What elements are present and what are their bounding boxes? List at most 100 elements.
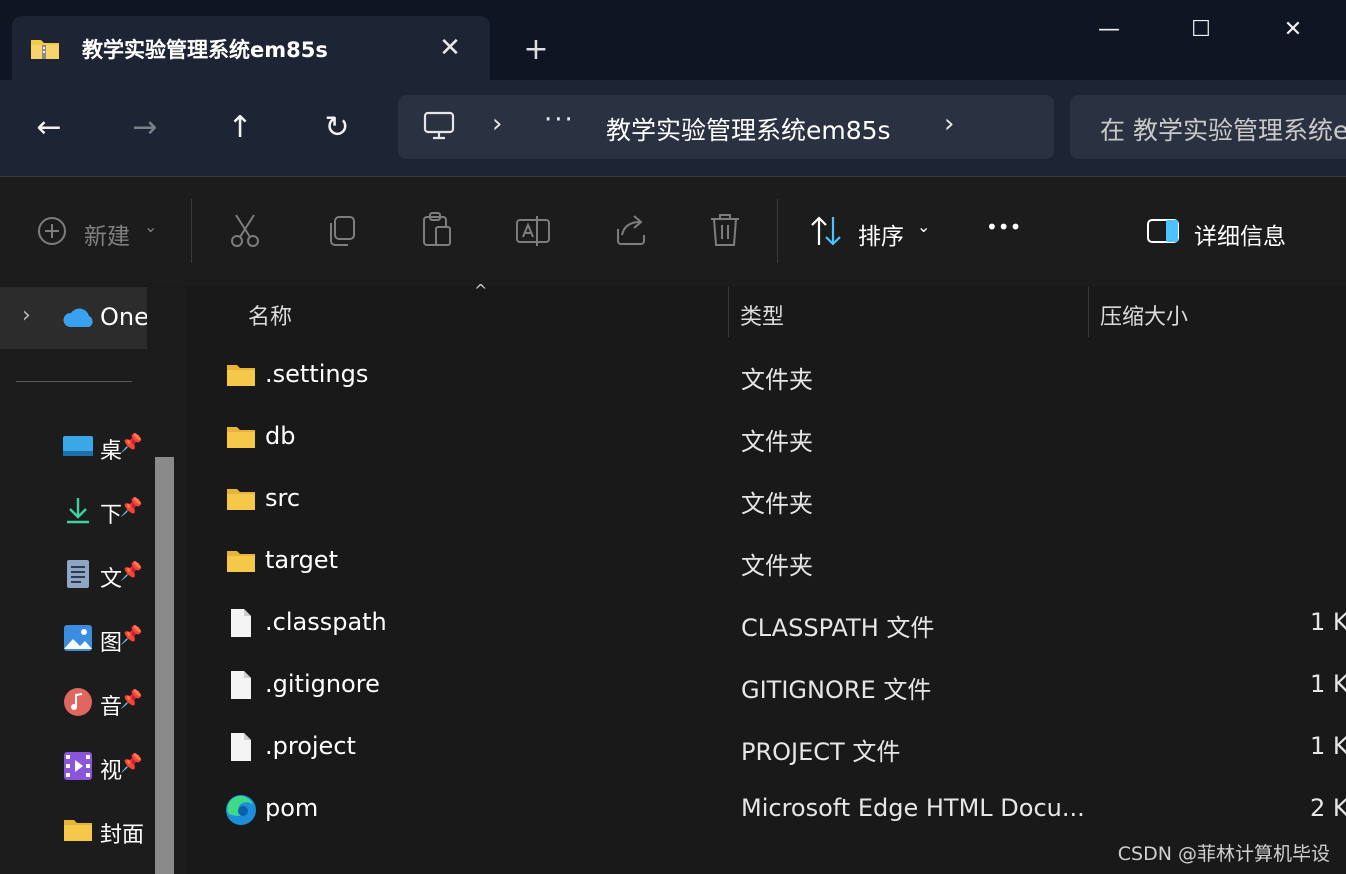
file-row[interactable]: .project PROJECT 文件 1 KB bbox=[186, 718, 1346, 780]
pin-icon: 📌 bbox=[120, 689, 143, 710]
tab-close-icon[interactable]: ✕ bbox=[432, 30, 468, 66]
sidebar-item-pictures[interactable]: 图片 📌 bbox=[62, 619, 152, 659]
column-divider[interactable] bbox=[1088, 287, 1089, 337]
title-bar: 教学实验管理系统em85s ✕ + — ☐ ✕ bbox=[0, 0, 1346, 82]
close-button[interactable]: ✕ bbox=[1270, 10, 1316, 50]
file-row[interactable]: target 文件夹 bbox=[186, 532, 1346, 594]
file-name: db bbox=[265, 422, 296, 450]
pin-icon: 📌 bbox=[120, 625, 143, 646]
sidebar-item-downloads[interactable]: 下载 📌 bbox=[62, 491, 152, 531]
delete-icon[interactable] bbox=[708, 212, 742, 248]
sidebar-item-label: OneDrive bbox=[100, 303, 147, 331]
minimize-button[interactable]: — bbox=[1086, 10, 1132, 50]
divider bbox=[191, 199, 192, 263]
file-row[interactable]: .settings 文件夹 bbox=[186, 346, 1346, 408]
pin-icon: 📌 bbox=[120, 433, 143, 454]
file-name: .project bbox=[265, 732, 356, 760]
file-name: target bbox=[265, 546, 338, 574]
file-name: pom bbox=[265, 794, 319, 822]
sort-ascending-icon: ^ bbox=[474, 281, 488, 300]
file-list: ^ 名称 类型 压缩大小 .settings 文件夹 db 文件夹 src 文件… bbox=[186, 281, 1346, 874]
file-row[interactable]: pom Microsoft Edge HTML Docu... 2 KB bbox=[186, 780, 1346, 842]
column-divider[interactable] bbox=[728, 287, 729, 337]
back-button[interactable]: ← bbox=[25, 104, 73, 152]
cut-icon[interactable] bbox=[228, 213, 262, 249]
sidebar-item-documents[interactable]: 文档 📌 bbox=[62, 555, 152, 595]
sidebar-item-label: 桌面 bbox=[100, 439, 122, 464]
sort-button[interactable]: 排序 bbox=[858, 217, 904, 251]
file-name: .gitignore bbox=[265, 670, 380, 698]
chevron-down-icon: ⌄ bbox=[144, 217, 158, 236]
file-row[interactable]: src 文件夹 bbox=[186, 470, 1346, 532]
divider bbox=[16, 381, 132, 382]
file-size: 1 KB bbox=[1310, 670, 1346, 698]
sidebar-item-label: 下载 bbox=[100, 503, 122, 528]
file-row[interactable]: .gitignore GITIGNORE 文件 1 KB bbox=[186, 656, 1346, 718]
sidebar-scrollbar[interactable] bbox=[155, 457, 174, 874]
file-type: Microsoft Edge HTML Docu... bbox=[741, 794, 1085, 822]
sidebar-item-cover[interactable]: 封面 bbox=[62, 811, 162, 851]
copy-icon[interactable] bbox=[324, 213, 358, 249]
breadcrumb-more-button[interactable]: ··· bbox=[544, 105, 575, 135]
sidebar-item-desktop[interactable]: 桌面 📌 bbox=[62, 427, 152, 467]
details-pane-icon bbox=[1147, 219, 1179, 243]
tab-active[interactable]: 教学实验管理系统em85s ✕ bbox=[12, 16, 490, 82]
file-name: src bbox=[265, 484, 301, 512]
file-row[interactable]: .classpath CLASSPATH 文件 1 KB bbox=[186, 594, 1346, 656]
file-icon bbox=[231, 671, 251, 699]
column-header-compressed-size[interactable]: 压缩大小 bbox=[1100, 299, 1188, 331]
breadcrumb-separator[interactable]: › bbox=[944, 109, 954, 139]
rename-icon[interactable] bbox=[515, 213, 551, 249]
new-tab-button[interactable]: + bbox=[514, 30, 558, 70]
file-size: 2 KB bbox=[1310, 794, 1346, 822]
pin-icon: 📌 bbox=[120, 561, 143, 582]
file-icon bbox=[231, 733, 251, 761]
file-type: 文件夹 bbox=[741, 490, 813, 518]
documents-icon bbox=[67, 560, 89, 588]
sidebar-item-label: 视频 bbox=[100, 759, 122, 784]
details-button[interactable]: 详细信息 bbox=[1194, 217, 1286, 251]
column-header-type[interactable]: 类型 bbox=[740, 299, 784, 331]
file-icon bbox=[231, 609, 251, 637]
this-pc-icon[interactable] bbox=[422, 111, 456, 141]
file-type: GITIGNORE 文件 bbox=[741, 676, 932, 704]
file-size: 1 KB bbox=[1310, 732, 1346, 760]
divider bbox=[777, 199, 778, 263]
refresh-button[interactable]: ↻ bbox=[313, 104, 361, 152]
forward-button[interactable]: → bbox=[121, 104, 169, 152]
breadcrumb-separator[interactable]: › bbox=[492, 109, 502, 139]
file-type: CLASSPATH 文件 bbox=[741, 614, 935, 642]
search-input[interactable]: 在 教学实验管理系统em85s 中搜索 bbox=[1070, 95, 1346, 159]
more-options-button[interactable]: ••• bbox=[986, 215, 1021, 239]
sidebar-item-label: 音乐 bbox=[100, 695, 122, 720]
tab-title: 教学实验管理系统em85s bbox=[82, 38, 328, 62]
sidebar-item-label: 文档 bbox=[100, 567, 122, 592]
sidebar-item-videos[interactable]: 视频 📌 bbox=[62, 747, 152, 787]
column-header-name[interactable]: 名称 bbox=[248, 299, 292, 331]
chevron-right-icon[interactable]: › bbox=[22, 303, 31, 328]
sidebar-item-music[interactable]: 音乐 📌 bbox=[62, 683, 152, 723]
breadcrumb-current-folder[interactable]: 教学实验管理系统em85s bbox=[606, 111, 891, 147]
folder-icon bbox=[227, 427, 255, 448]
up-button[interactable]: ↑ bbox=[216, 104, 264, 152]
sidebar-item-label: 图片 bbox=[100, 631, 122, 656]
file-type: 文件夹 bbox=[741, 552, 813, 580]
file-type: 文件夹 bbox=[741, 428, 813, 456]
folder-icon bbox=[64, 820, 92, 841]
new-button[interactable]: 新建 bbox=[84, 217, 130, 251]
sidebar-item-onedrive[interactable]: › OneDrive bbox=[0, 287, 147, 349]
file-name: .classpath bbox=[265, 608, 387, 636]
zip-folder-icon bbox=[31, 40, 59, 59]
chevron-down-icon: ⌄ bbox=[917, 217, 931, 236]
file-type: 文件夹 bbox=[741, 366, 813, 394]
new-icon bbox=[38, 217, 66, 245]
file-row[interactable]: db 文件夹 bbox=[186, 408, 1346, 470]
pin-icon: 📌 bbox=[120, 497, 143, 518]
pin-icon: 📌 bbox=[120, 753, 143, 774]
share-icon[interactable] bbox=[612, 213, 648, 247]
pictures-icon bbox=[64, 625, 92, 651]
address-bar[interactable]: › ··· 教学实验管理系统em85s › bbox=[398, 95, 1054, 159]
paste-icon[interactable] bbox=[420, 211, 454, 249]
onedrive-icon bbox=[63, 308, 93, 327]
maximize-button[interactable]: ☐ bbox=[1178, 10, 1224, 50]
